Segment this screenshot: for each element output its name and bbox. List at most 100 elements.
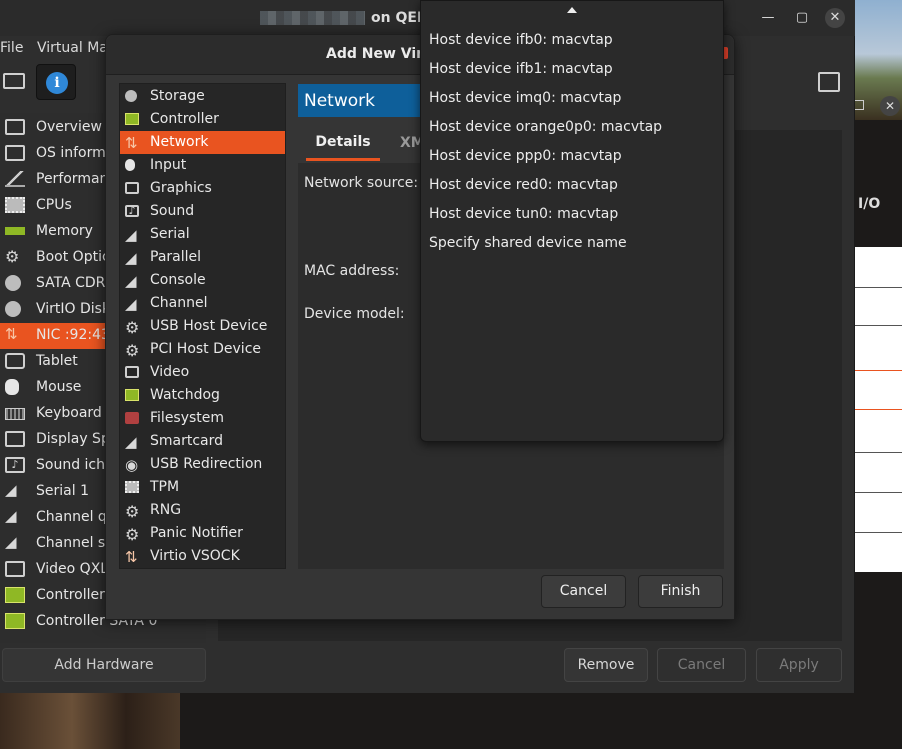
scroll-up-arrow-icon[interactable]: [567, 7, 577, 13]
menu-virtual-machine[interactable]: Virtual Ma: [37, 40, 108, 56]
dropdown-option[interactable]: Host device tun0: macvtap: [429, 206, 618, 222]
hardware-list-item-label: Boot Optic: [36, 249, 110, 265]
window-title: on QEMU: [260, 10, 442, 26]
device-type-label: Input: [150, 157, 187, 173]
serial-icon: ◢: [125, 249, 137, 267]
cpu-icon: [124, 480, 140, 495]
device-type-item[interactable]: ◢ Channel: [120, 292, 285, 315]
device-type-item[interactable]: ◉ USB Redirection: [120, 453, 285, 476]
serial-icon: ◢: [125, 272, 137, 290]
dropdown-option-shared-device[interactable]: Specify shared device name: [429, 235, 627, 251]
device-type-label: Network: [150, 134, 209, 150]
apply-button[interactable]: Apply: [756, 648, 842, 682]
gears-icon: ⚙: [125, 341, 140, 360]
device-type-item[interactable]: TPM: [120, 476, 285, 499]
device-type-item[interactable]: Graphics: [120, 177, 285, 200]
serial-icon: ◢: [5, 533, 17, 551]
remove-button[interactable]: Remove: [564, 648, 648, 682]
device-type-item[interactable]: Controller: [120, 108, 285, 131]
device-type-item[interactable]: ◢ Smartcard: [120, 430, 285, 453]
maximize-button[interactable]: ▢: [792, 8, 812, 28]
device-type-label: Serial: [150, 226, 190, 242]
background-close-button[interactable]: ✕: [880, 96, 900, 116]
hardware-list-item-label: Controller: [36, 587, 105, 603]
controller-icon: [4, 586, 26, 606]
device-type-item[interactable]: ⇅ Network: [120, 131, 285, 154]
hardware-list-item-label: Overview: [36, 119, 102, 135]
device-type-label: Sound: [150, 203, 195, 219]
memory-icon: [4, 222, 26, 242]
details-view-button[interactable]: i: [36, 64, 76, 100]
display-icon: [4, 430, 26, 450]
network-source-label: Network source:: [304, 175, 419, 191]
monitor-icon: [4, 118, 26, 138]
disk-icon: [4, 300, 26, 320]
device-type-item[interactable]: Input: [120, 154, 285, 177]
dropdown-option[interactable]: Host device ppp0: macvtap: [429, 148, 622, 164]
dialog-finish-button[interactable]: Finish: [638, 575, 723, 608]
device-type-item[interactable]: ⚙ USB Host Device: [120, 315, 285, 338]
device-type-item[interactable]: ♪ Sound: [120, 200, 285, 223]
device-type-label: Watchdog: [150, 387, 220, 403]
dropdown-option[interactable]: Host device ifb0: macvtap: [429, 32, 613, 48]
dropdown-option[interactable]: Host device ifb1: macvtap: [429, 61, 613, 77]
network-source-dropdown: Host device ifb0: macvtap Host device if…: [420, 0, 724, 442]
device-type-item[interactable]: Storage: [120, 85, 285, 108]
device-type-item[interactable]: Watchdog: [120, 384, 285, 407]
device-type-label: PCI Host Device: [150, 341, 262, 357]
device-type-label: Console: [150, 272, 206, 288]
dropdown-option[interactable]: Host device red0: macvtap: [429, 177, 618, 193]
dropdown-option[interactable]: Host device orange0p0: macvtap: [429, 119, 662, 135]
device-type-item[interactable]: ⚙ Panic Notifier: [120, 522, 285, 545]
device-type-item[interactable]: Video: [120, 361, 285, 384]
keyboard-icon: [4, 404, 26, 424]
hardware-list-item-label: VirtIO Disk: [36, 301, 111, 317]
device-model-label: Device model:: [304, 306, 405, 322]
monitor-icon: [4, 144, 26, 164]
network-icon: ⇅: [125, 134, 138, 152]
device-type-label: Filesystem: [150, 410, 225, 426]
console-view-button[interactable]: [0, 64, 40, 100]
menu-file[interactable]: File: [0, 40, 23, 56]
add-hardware-button[interactable]: Add Hardware: [2, 648, 206, 682]
device-type-item[interactable]: Filesystem: [120, 407, 285, 430]
dropdown-option[interactable]: Host device imq0: macvtap: [429, 90, 621, 106]
device-type-label: Controller: [150, 111, 219, 127]
tab-details[interactable]: Details: [306, 131, 380, 161]
serial-icon: ◢: [125, 433, 137, 451]
usb-icon: ◉: [125, 456, 139, 474]
display-icon: [124, 365, 140, 380]
close-button[interactable]: ✕: [825, 8, 845, 28]
redacted-vm-name: [260, 11, 365, 25]
device-type-item[interactable]: ⇅ Virtio VSOCK: [120, 545, 285, 568]
device-type-label: Video: [150, 364, 190, 380]
minimize-button[interactable]: —: [758, 8, 778, 28]
gears-icon: ⚙: [125, 525, 140, 544]
fullscreen-icon[interactable]: [818, 72, 840, 92]
hardware-list-item-label: Mouse: [36, 379, 82, 395]
cancel-button[interactable]: Cancel: [657, 648, 746, 682]
serial-icon: ◢: [125, 295, 137, 313]
mac-address-label: MAC address:: [304, 263, 400, 279]
device-type-item[interactable]: ⚙ RNG: [120, 499, 285, 522]
controller-icon: [4, 612, 26, 632]
section-title: Network: [304, 91, 375, 111]
device-type-item[interactable]: ◢ Serial: [120, 223, 285, 246]
hardware-list-item-label: CPUs: [36, 197, 72, 213]
folder-icon: [124, 411, 140, 426]
background-maximize-button[interactable]: [854, 100, 864, 110]
dialog-title: Add New Virt: [326, 46, 430, 62]
hardware-list-item-label: SATA CDRC: [36, 275, 115, 291]
network-icon: ⇅: [125, 548, 138, 566]
device-type-item[interactable]: ⚙ PCI Host Device: [120, 338, 285, 361]
hardware-list-item-label: Channel qe: [36, 509, 116, 525]
device-type-item[interactable]: ◢ Parallel: [120, 246, 285, 269]
device-type-label: Virtio VSOCK: [150, 548, 240, 564]
device-type-label: Smartcard: [150, 433, 224, 449]
device-type-item[interactable]: ◢ Console: [120, 269, 285, 292]
display-icon: [124, 181, 140, 196]
hardware-list-item-label: Display Sp: [36, 431, 110, 447]
serial-icon: ◢: [5, 481, 17, 499]
storage-icon: [124, 89, 140, 104]
dialog-cancel-button[interactable]: Cancel: [541, 575, 626, 608]
